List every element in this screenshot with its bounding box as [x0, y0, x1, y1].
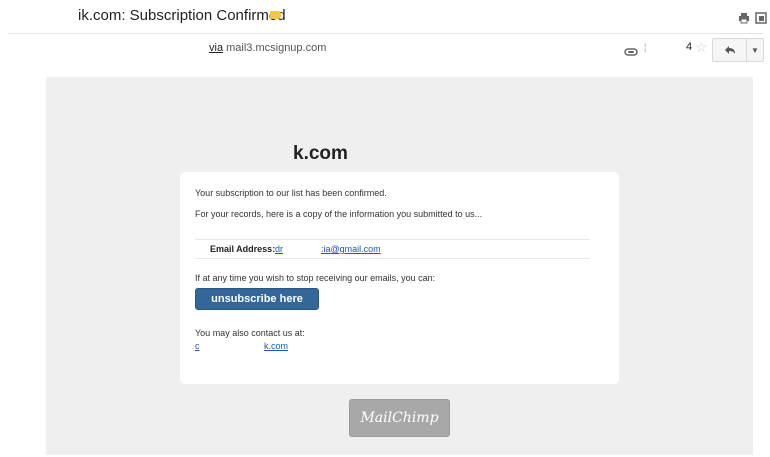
chevron-down-icon: ▼ [751, 45, 759, 55]
unsubscribe-prompt: If at any time you wish to stop receivin… [195, 273, 436, 283]
contact-link-part2[interactable]: k.com [264, 341, 288, 351]
divider-mark: ¦ [644, 42, 647, 52]
email-subject: ik.com: Subscription Confirmed [78, 7, 286, 24]
subject-row: ik.com: Subscription Confirmed [0, 0, 770, 33]
field-divider-bottom [195, 258, 590, 259]
via-link[interactable]: via [209, 42, 223, 54]
label-tag-icon[interactable] [270, 11, 281, 19]
contact-prompt: You may also contact us at: [195, 328, 305, 338]
reply-button[interactable] [713, 39, 747, 61]
via-info: via mail3.mcsignup.com [209, 42, 326, 54]
reply-icon [724, 46, 735, 54]
records-text: For your records, here is a copy of the … [195, 209, 483, 219]
print-icon[interactable] [738, 11, 750, 24]
unsubscribe-button[interactable]: unsubscribe here [195, 288, 319, 310]
brand-title: k.com [293, 143, 348, 164]
confirmation-card: Your subscription to our list has been c… [180, 172, 619, 384]
reply-button-group: ▼ [712, 38, 764, 62]
email-field-label: Email Address: [210, 244, 276, 254]
field-divider-top [195, 239, 590, 240]
email-link-part2[interactable]: :ia@gmail.com [321, 244, 381, 254]
contact-link-part1[interactable]: c [195, 341, 200, 351]
new-window-icon[interactable] [755, 11, 767, 24]
star-icon[interactable]: ☆ [695, 39, 708, 56]
message-count: 4 [686, 41, 693, 53]
email-link-part1[interactable]: dr [275, 244, 283, 254]
attachment-icon[interactable] [624, 44, 638, 56]
mailchimp-badge[interactable]: MailChimp [349, 399, 450, 437]
email-body: k.com Your subscription to our list has … [46, 77, 753, 455]
more-actions-button[interactable]: ▼ [747, 39, 763, 61]
confirmation-text: Your subscription to our list has been c… [195, 188, 387, 198]
via-domain: mail3.mcsignup.com [226, 42, 327, 54]
sender-row: via mail3.mcsignup.com ¦ 4 ☆ ▼ [0, 34, 770, 64]
